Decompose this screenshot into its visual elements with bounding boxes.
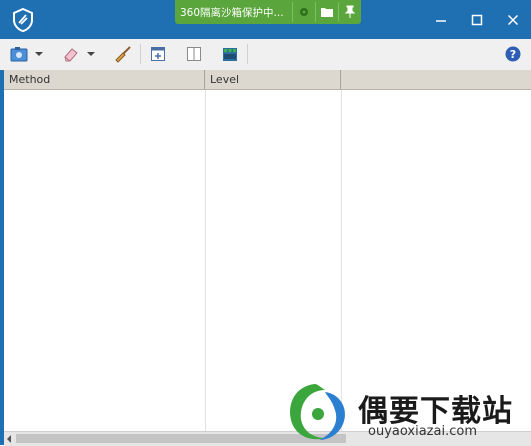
help-icon[interactable]: ? [503, 43, 523, 65]
toolbar-divider [247, 44, 248, 64]
grid-icon[interactable] [219, 43, 241, 65]
screenshot-icon[interactable] [8, 43, 30, 65]
gear-icon[interactable] [292, 2, 315, 22]
watermark-url: ouyaoxiazai.com [368, 424, 477, 439]
maximize-icon[interactable] [459, 0, 495, 39]
column-header-level[interactable]: Level [205, 70, 341, 89]
add-icon[interactable] [147, 43, 169, 65]
column-header-detail[interactable] [341, 70, 531, 89]
folder-icon[interactable] [315, 2, 338, 22]
title-bar: 360隔离沙箱保护中... [0, 0, 531, 39]
scroll-left-icon[interactable] [6, 435, 12, 443]
shield-icon [13, 8, 33, 32]
close-icon[interactable] [495, 0, 531, 39]
toolbar-divider [140, 44, 141, 64]
eraser-icon[interactable] [60, 43, 82, 65]
window-controls [423, 0, 531, 39]
watermark: 偶要下载站 ouyaoxiazai.com [285, 380, 531, 445]
toolbar: ? [0, 39, 531, 71]
column-header-row: Method Level [4, 70, 531, 90]
pin-icon[interactable] [338, 2, 361, 22]
sandbox-status-bar: 360隔离沙箱保护中... [175, 0, 361, 24]
svg-text:?: ? [510, 48, 516, 61]
sandbox-status-text: 360隔离沙箱保护中... [180, 6, 284, 19]
minimize-icon[interactable] [423, 0, 459, 39]
column-header-method[interactable]: Method [4, 70, 205, 89]
column-divider [205, 90, 206, 431]
chevron-down-icon[interactable] [33, 43, 45, 65]
columns-icon[interactable] [183, 43, 205, 65]
broom-icon[interactable] [112, 43, 134, 65]
watermark-logo-icon [290, 384, 345, 440]
chevron-down-icon[interactable] [85, 43, 97, 65]
